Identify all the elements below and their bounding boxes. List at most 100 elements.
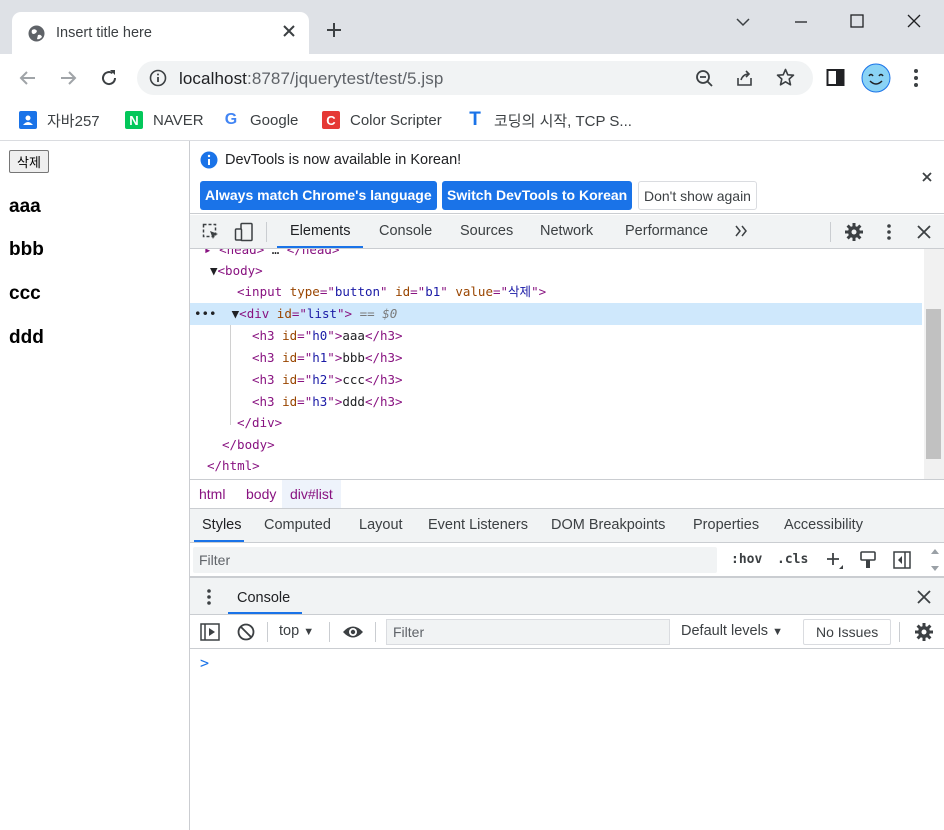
breadcrumb-body[interactable]: body [246, 486, 276, 502]
maximize-icon[interactable] [847, 12, 867, 32]
devtools-panel: DevTools is now available in Korean! Alw… [190, 141, 944, 830]
customize-dots-icon[interactable] [882, 223, 896, 241]
tab-console[interactable]: Console [379, 223, 432, 239]
bookmark-star-icon[interactable] [776, 68, 795, 87]
more-tabs-icon[interactable] [734, 224, 748, 238]
info-icon[interactable] [149, 69, 167, 87]
zoom-icon[interactable] [695, 69, 714, 88]
naver-icon: N [125, 111, 143, 129]
context-selector[interactable]: top ▼ [279, 623, 314, 639]
dom-node-body[interactable]: ▼<body> [210, 260, 263, 281]
globe-icon [28, 25, 45, 42]
minimize-icon[interactable] [791, 12, 811, 32]
side-panel-icon[interactable] [826, 68, 845, 87]
new-tab-icon[interactable] [326, 22, 342, 38]
dom-scrollbar[interactable] [924, 249, 944, 479]
bookmark-item[interactable]: C Color Scripter [322, 109, 442, 131]
always-match-language-button[interactable]: Always match Chrome's language [200, 181, 437, 210]
browser-chrome: Insert title here localhost:8787/jqueryt… [0, 0, 944, 141]
selected-tab-indicator [277, 246, 363, 248]
dom-node-input[interactable]: <input type="button" id="b1" value="삭제"> [237, 281, 546, 302]
scroll-arrows-icon[interactable] [930, 547, 940, 573]
forward-icon[interactable] [58, 68, 78, 88]
dom-node-div-list[interactable]: ••• ▼<div id="list"> == $0 [194, 303, 397, 324]
dom-tree[interactable]: ▸ <head> … </head> ▼<body> <input type="… [190, 249, 924, 479]
dom-node-h3[interactable]: <h3 id="h1">bbb</h3> [252, 347, 403, 368]
tab-dom-breakpoints[interactable]: DOM Breakpoints [551, 517, 665, 533]
reload-icon[interactable] [99, 68, 119, 88]
drawer-tab-console[interactable]: Console [237, 590, 290, 606]
close-tab-icon[interactable] [282, 24, 296, 38]
close-devtools-icon[interactable] [917, 225, 931, 239]
dom-node-div-close[interactable]: </div> [237, 412, 282, 433]
scrollbar-thumb[interactable] [926, 309, 941, 459]
settings-gear-icon[interactable] [844, 222, 864, 242]
breadcrumb: html body div#list [190, 479, 944, 509]
bookmark-item[interactable]: 자바257 [19, 109, 100, 131]
menu-dots-icon[interactable] [908, 68, 924, 88]
clear-console-icon[interactable] [237, 623, 255, 641]
tab-properties[interactable]: Properties [693, 517, 759, 533]
tab-accessibility[interactable]: Accessibility [784, 517, 863, 533]
eye-icon[interactable] [342, 624, 364, 640]
paint-brush-icon[interactable] [860, 551, 876, 569]
browser-tab[interactable]: Insert title here [12, 12, 309, 54]
console-output[interactable]: > [190, 649, 944, 830]
tab-event-listeners[interactable]: Event Listeners [428, 517, 528, 533]
dom-node-h3[interactable]: <h3 id="h0">aaa</h3> [252, 325, 403, 346]
delete-button[interactable]: 삭제 [9, 150, 49, 173]
toolbar-divider [899, 622, 900, 642]
toolbar-divider [266, 222, 267, 242]
console-filter-input[interactable]: Filter [386, 619, 670, 645]
log-levels-dropdown[interactable]: Default levels ▼ [681, 623, 783, 639]
bookmarks-bar: 자바257 N NAVER G Google C Color Scripter … [0, 101, 944, 141]
heading-h3: ddd [9, 327, 44, 348]
styles-pane-tabs: Styles Computed Layout Event Listeners D… [190, 509, 944, 543]
google-icon: G [224, 111, 238, 128]
tab-layout[interactable]: Layout [359, 517, 403, 533]
tab-elements[interactable]: Elements [290, 223, 350, 239]
cls-toggle[interactable]: .cls [777, 552, 808, 567]
tab-search-icon[interactable] [733, 12, 753, 32]
tab-network[interactable]: Network [540, 223, 593, 239]
heading-h0: aaa [9, 196, 41, 217]
address-bar[interactable]: localhost:8787/jquerytest/test/5.jsp [137, 61, 813, 95]
bookmark-item[interactable]: T 코딩의 시작, TCP S... [466, 109, 632, 131]
dom-node-head[interactable]: ▸ <head> … </head> [204, 249, 339, 260]
new-style-rule-icon[interactable] [826, 552, 844, 570]
toolbar-divider [830, 222, 831, 242]
tab-styles[interactable]: Styles [202, 517, 242, 533]
dont-show-again-button[interactable]: Don't show again [638, 181, 757, 210]
hov-toggle[interactable]: :hov [731, 552, 762, 567]
back-icon[interactable] [18, 68, 38, 88]
drawer-menu-icon[interactable] [204, 588, 214, 606]
tab-performance[interactable]: Performance [625, 223, 708, 239]
bookmark-item[interactable]: N NAVER [125, 109, 204, 131]
language-infobar: DevTools is now available in Korean! Alw… [190, 141, 944, 214]
inspect-element-icon[interactable] [202, 223, 220, 241]
device-toolbar-icon[interactable] [234, 222, 254, 242]
breadcrumb-div-list[interactable]: div#list [282, 480, 341, 508]
contact-icon [19, 111, 37, 129]
styles-filter-bar: Filter :hov .cls [190, 543, 944, 577]
sidebar-play-icon[interactable] [200, 623, 220, 641]
dom-node-body-close[interactable]: </body> [222, 434, 275, 455]
close-window-icon[interactable] [904, 12, 924, 32]
dom-node-html-close[interactable]: </html> [207, 455, 260, 476]
bookmark-item[interactable]: G Google [222, 109, 299, 131]
tab-computed[interactable]: Computed [264, 517, 331, 533]
console-settings-gear-icon[interactable] [914, 622, 934, 642]
close-infobar-icon[interactable] [921, 171, 933, 183]
profile-avatar[interactable] [861, 63, 891, 93]
dom-node-h3[interactable]: <h3 id="h3">ddd</h3> [252, 391, 403, 412]
url-text: localhost:8787/jquerytest/test/5.jsp [179, 69, 444, 88]
dom-node-h3[interactable]: <h3 id="h2">ccc</h3> [252, 369, 403, 390]
breadcrumb-html[interactable]: html [199, 486, 225, 502]
share-icon[interactable] [735, 69, 754, 88]
issues-button[interactable]: No Issues [803, 619, 892, 645]
sidebar-toggle-icon[interactable] [893, 551, 911, 569]
switch-to-korean-button[interactable]: Switch DevTools to Korean [442, 181, 633, 210]
tab-sources[interactable]: Sources [460, 223, 513, 239]
close-drawer-icon[interactable] [917, 590, 931, 604]
styles-filter-input[interactable]: Filter [193, 547, 717, 573]
